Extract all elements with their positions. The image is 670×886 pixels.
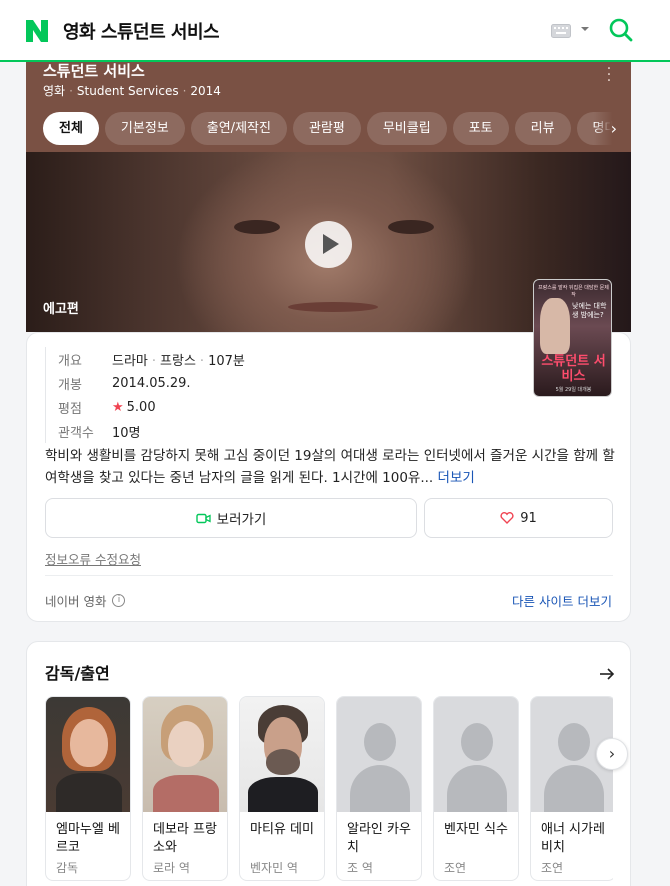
- video-frame-eye: [388, 220, 434, 234]
- cast-name: 엠마누엘 베르코: [56, 822, 120, 855]
- tab-movie-clips[interactable]: 무비클립: [366, 112, 447, 145]
- chevron-right-icon[interactable]: ›: [594, 112, 631, 145]
- country-link[interactable]: 프랑스: [160, 354, 196, 369]
- cast-member[interactable]: 알라인 카우치 조 역: [336, 696, 422, 881]
- movie-category: 영화: [43, 84, 66, 98]
- like-count: 91: [520, 510, 537, 526]
- release-date: 2014.05.29.: [112, 375, 191, 391]
- video-frame-mouth: [288, 302, 378, 312]
- watch-button[interactable]: 보러가기: [45, 498, 417, 538]
- cast-member[interactable]: 마티유 데미 벤자민 역: [239, 696, 325, 881]
- cast-member[interactable]: 엠마누엘 베르코 감독: [45, 696, 131, 881]
- meta-table: 개요 드라마 · 프랑스 · 107분 개봉 2014.05.29. 평점 ★ 5.00 …: [45, 347, 245, 443]
- star-icon: ★: [112, 399, 124, 415]
- chevron-right-icon[interactable]: ›: [596, 738, 628, 770]
- cast-photo: [143, 697, 227, 812]
- other-sites-link[interactable]: 다른 사이트 더보기: [512, 591, 612, 610]
- naver-logo-icon[interactable]: [26, 20, 48, 42]
- trailer-label: 에고편: [43, 302, 79, 317]
- meta-row-rating: 평점 ★ 5.00: [58, 395, 245, 419]
- cast-member[interactable]: 벤자민 식수 조연: [433, 696, 519, 881]
- tab-all[interactable]: 전체: [43, 112, 99, 145]
- error-report-link[interactable]: 정보오류 수정요청: [45, 549, 141, 568]
- genre-link[interactable]: 드라마: [112, 354, 148, 369]
- poster-top-text: 프랑스를 발칵 뒤집은 대담한 문제작: [538, 285, 609, 298]
- runtime: 107분: [208, 353, 245, 369]
- movie-title: 스튜던트 서비스: [43, 62, 145, 80]
- tab-basic-info[interactable]: 기본정보: [104, 112, 185, 145]
- movie-poster[interactable]: 프랑스를 발칵 뒤집은 대담한 문제작 낮에는 대학생 밤에는? 스튜던트 서비…: [533, 279, 612, 397]
- cast-name: 벤자민 식수: [444, 822, 508, 837]
- arrow-right-icon[interactable]: [599, 666, 615, 682]
- rating-score: 5.00: [126, 399, 156, 415]
- tab-cast-crew[interactable]: 출연/제작진: [190, 112, 287, 145]
- cast-role: 벤자민 역: [250, 861, 298, 875]
- tab-reviews[interactable]: 리뷰: [514, 112, 571, 145]
- cast-role: 조 역: [347, 861, 373, 875]
- movie-tabs: 전체 기본정보 출연/제작진 관람평 무비클립 포토 리뷰 명대: [43, 112, 631, 145]
- cast-photo: [46, 697, 130, 812]
- synopsis-more-link[interactable]: 더보기: [438, 470, 475, 486]
- meta-key: 평점: [58, 401, 82, 417]
- movie-meta: 영화 · Student Services · 2014: [43, 84, 221, 98]
- cast-name: 데보라 프랑소와: [153, 822, 217, 855]
- source-label: 네이버 영화: [45, 594, 107, 609]
- cast-photo: [240, 697, 324, 812]
- meta-row-audience: 관객수 10명: [58, 419, 245, 443]
- divider: [45, 575, 613, 576]
- synopsis-text: 학비와 생활비를 감당하지 못해 고심 중이던 19살의 여대생 로라는 인터넷…: [45, 448, 615, 486]
- poster-tagline: 낮에는 대학생 밤에는?: [572, 302, 607, 319]
- audience-count: 10명: [112, 425, 141, 441]
- chevron-down-icon[interactable]: [580, 24, 590, 34]
- cast-role: 조연: [541, 861, 564, 875]
- poster-bottom-text: 5월 29일 대개봉: [555, 387, 592, 393]
- play-icon[interactable]: [305, 221, 352, 268]
- cast-member[interactable]: 애너 시가레비치 조연: [530, 696, 613, 881]
- person-placeholder-icon: [337, 697, 421, 812]
- person-placeholder-icon: [434, 697, 518, 812]
- cast-role: 로라 역: [153, 861, 190, 875]
- meta-row-release: 개봉 2014.05.29.: [58, 371, 245, 395]
- page-title: 영화 스튜던트 서비스: [63, 22, 220, 43]
- cast-member[interactable]: 데보라 프랑소와 로라 역: [142, 696, 228, 881]
- poster-figure: [540, 298, 570, 354]
- rating-value[interactable]: ★ 5.00: [112, 400, 156, 415]
- poster-title: 스튜던트 서비스: [541, 354, 606, 384]
- video-camera-icon: [195, 513, 211, 523]
- watch-button-label: 보러가기: [216, 512, 267, 528]
- meta-key: 관객수: [58, 425, 94, 441]
- cast-name: 마티유 데미: [250, 822, 314, 837]
- more-options-icon[interactable]: · · ·: [606, 62, 612, 88]
- source: 네이버 영화 i: [45, 591, 126, 610]
- meta-key: 개봉: [58, 377, 82, 393]
- synopsis: 학비와 생활비를 감당하지 못해 고심 중이던 19살의 여대생 로라는 인터넷…: [45, 445, 615, 489]
- video-frame-eye: [234, 220, 280, 234]
- cast-card: 감독/출연 엠마누엘 베르코 감독 데보라 프랑소와 로라 역 마티유 데미 벤…: [26, 641, 631, 886]
- top-bar: 영화 스튜던트 서비스: [0, 0, 670, 62]
- meta-value: 드라마 · 프랑스 · 107분: [112, 353, 245, 369]
- heart-icon: [500, 512, 514, 524]
- cast-list: 엠마누엘 베르코 감독 데보라 프랑소와 로라 역 마티유 데미 벤자민 역 알…: [45, 696, 613, 886]
- cast-role: 감독: [56, 861, 79, 875]
- cast-name: 애너 시가레비치: [541, 822, 605, 855]
- info-icon[interactable]: i: [112, 594, 126, 607]
- movie-original-title: Student Services: [76, 84, 179, 98]
- meta-key: 개요: [58, 353, 82, 369]
- meta-row-overview: 개요 드라마 · 프랑스 · 107분: [58, 347, 245, 371]
- tab-reviews-score[interactable]: 관람평: [292, 112, 361, 145]
- movie-year: 2014: [190, 84, 221, 98]
- tab-photos[interactable]: 포토: [452, 112, 509, 145]
- cast-section-title: 감독/출연: [45, 664, 110, 683]
- cast-name: 알라인 카우치: [347, 822, 411, 855]
- search-icon[interactable]: [608, 17, 634, 43]
- keyboard-icon[interactable]: [551, 24, 571, 38]
- like-button[interactable]: 91: [424, 498, 613, 538]
- cast-role: 조연: [444, 861, 467, 875]
